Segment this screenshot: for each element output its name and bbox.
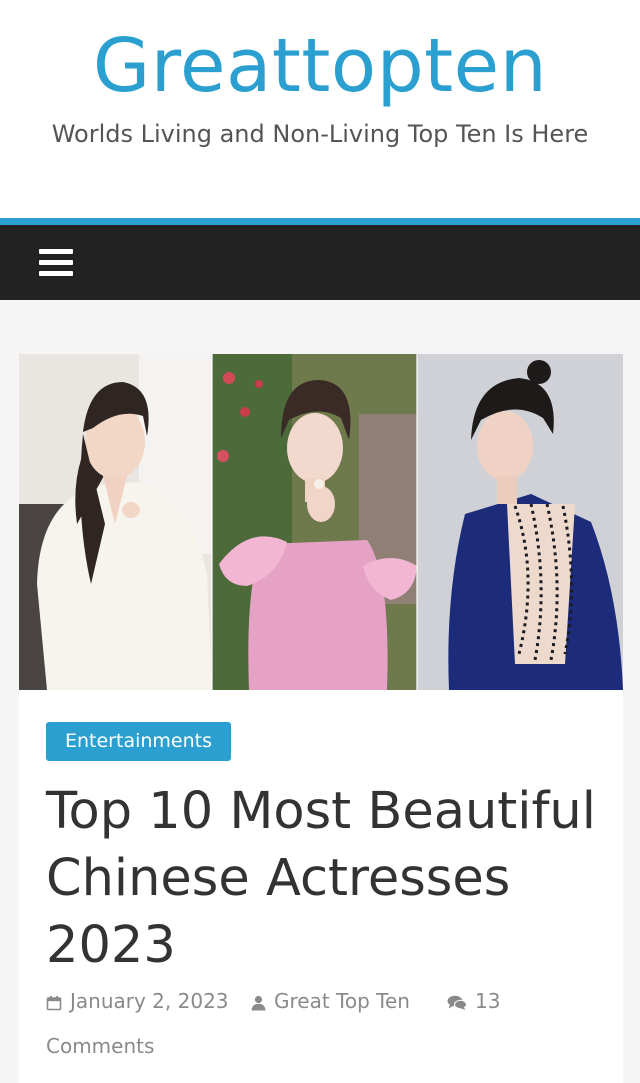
calendar-icon	[46, 995, 62, 1010]
hamburger-menu-icon[interactable]	[36, 247, 76, 279]
featured-image-illustration	[19, 354, 623, 690]
site-header: Greattopten Worlds Living and Non-Living…	[0, 0, 640, 218]
comments-icon	[447, 995, 467, 1010]
post-author: Great Top Ten	[274, 989, 410, 1013]
post-date: January 2, 2023	[70, 989, 229, 1013]
site-title[interactable]: Greattopten	[0, 18, 640, 114]
post-author-link[interactable]: Great Top Ten	[251, 986, 410, 1016]
main-navigation	[0, 225, 640, 300]
featured-image[interactable]	[19, 354, 623, 690]
article-card: Entertainments Top 10 Most Beautiful Chi…	[19, 690, 623, 1083]
site-tagline: Worlds Living and Non-Living Top Ten Is …	[51, 120, 589, 148]
post-comments-link[interactable]: 13	[447, 986, 500, 1016]
accent-bar	[0, 218, 640, 225]
post-date-link[interactable]: January 2, 2023	[46, 986, 229, 1016]
post-title[interactable]: Top 10 Most Beautiful Chinese Actresses …	[46, 778, 606, 979]
comments-label[interactable]: Comments	[46, 1031, 154, 1061]
main-content: Entertainments Top 10 Most Beautiful Chi…	[0, 300, 640, 1083]
user-icon	[251, 995, 266, 1010]
comments-count: 13	[475, 989, 501, 1013]
category-badge[interactable]: Entertainments	[46, 722, 231, 761]
